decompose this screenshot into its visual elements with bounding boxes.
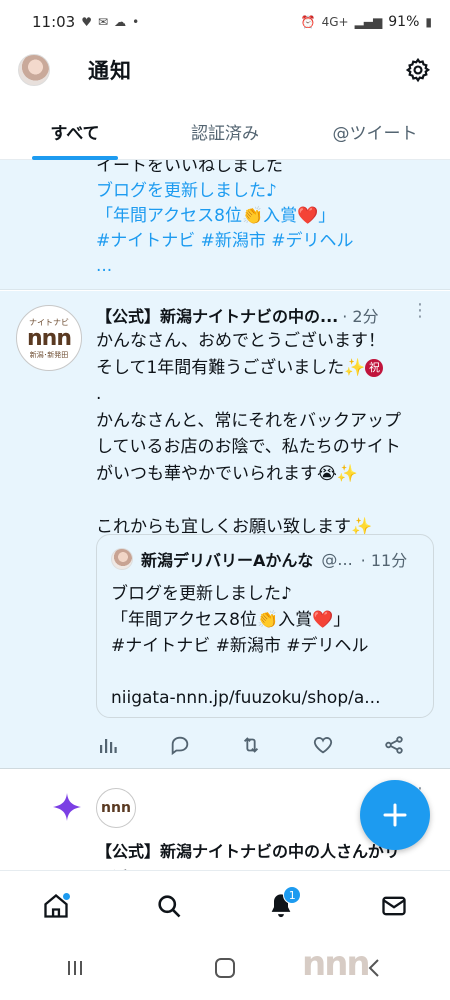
notification-text: 【公式】新潟ナイトナビの中の人さんがリ — [96, 842, 401, 861]
celebration-icon: 祝 — [365, 358, 384, 377]
watermark: nnn — [302, 944, 371, 984]
quote-header: 新潟デリバリーAかんな @... · 11分 — [111, 547, 423, 571]
recents-icon[interactable] — [63, 956, 87, 984]
tab-mentions[interactable]: @ツイート — [300, 104, 450, 159]
tweet-line-text: そして1年間有難うございました✨ — [96, 357, 366, 378]
notification-text: イートをいいねしました — [96, 160, 283, 176]
signal-icon: ▂▄▆ — [354, 15, 383, 29]
network-label: 4G+ — [321, 15, 349, 29]
reply-icon[interactable] — [168, 733, 192, 757]
avatar[interactable] — [18, 54, 50, 86]
gear-icon[interactable] — [404, 56, 432, 84]
more-icon[interactable]: ⋮ — [411, 300, 429, 321]
tweet-header: 【公式】新潟ナイトナビの中の... · 2分 — [96, 303, 426, 327]
status-left: 11:03 ♥ ✉ ☁ • — [32, 13, 139, 31]
battery-icon: ▮ — [425, 15, 432, 29]
analytics-icon[interactable] — [96, 733, 120, 757]
like-icon[interactable] — [311, 733, 335, 757]
tweet-body: かんなさん、おめでとうございます！ そして1年間有難うございました✨ 祝 . かん… — [96, 328, 436, 540]
plus-icon — [383, 803, 407, 827]
tab-all[interactable]: すべて — [0, 104, 150, 160]
search-icon[interactable] — [149, 886, 189, 926]
status-right: ⏰ 4G+ ▂▄▆ 91% ▮ — [301, 14, 432, 30]
home-indicator-dot — [62, 891, 72, 901]
home-icon[interactable] — [36, 886, 76, 926]
compose-button[interactable] — [360, 780, 430, 850]
tweet-line: かんなさんと、常にそれをバックアップ — [96, 410, 401, 431]
tweet-line — [96, 487, 436, 514]
heart-icon: ♥ — [81, 15, 92, 29]
quoted-tweet[interactable]: 新潟デリバリーAかんな @... · 11分 ブログを更新しました♪ 「年間アク… — [96, 534, 434, 718]
avatar[interactable]: ナイトナビ nnn 新潟･新発田 — [16, 305, 82, 371]
tweet-time: · 2分 — [342, 307, 379, 326]
tweet-line: そして1年間有難うございました✨ 祝 — [96, 355, 436, 382]
quote-handle: @... — [321, 549, 353, 569]
quote-line: 「年間アクセス8位👏入賞❤️」 — [111, 610, 351, 630]
retweet-icon[interactable] — [239, 733, 263, 757]
avatar — [111, 548, 133, 570]
bottom-nav: 1 — [0, 870, 450, 940]
notification-text: ブログを更新しました♪ — [96, 181, 277, 201]
battery-text: 91% — [388, 14, 420, 30]
logo-text: nnn — [27, 325, 72, 351]
tweet-actions — [96, 730, 406, 760]
notifications-icon[interactable]: 1 — [261, 885, 302, 926]
tab-verified[interactable]: 認証済み — [150, 104, 300, 159]
messages-icon[interactable] — [374, 886, 414, 926]
cloud-icon: ☁ — [114, 15, 127, 29]
tab-bar: すべて 認証済み @ツイート — [0, 104, 450, 160]
tweet-line: しているお店のお陰で、私たちのサイト — [96, 437, 401, 457]
notification-text: 「年間アクセス8位👏入賞❤️」 — [96, 206, 336, 226]
notification-text: #ナイトナビ #新潟市 #デリヘル — [96, 231, 354, 251]
status-time: 11:03 — [32, 13, 76, 31]
quote-author-name: 新潟デリバリーAかんな — [141, 551, 314, 570]
page-title: 通知 — [88, 59, 132, 83]
chat-icon: ✉ — [98, 15, 109, 29]
notification-badge: 1 — [283, 885, 302, 904]
system-nav — [0, 940, 450, 1000]
quote-line — [111, 659, 380, 685]
more-dot-icon: • — [132, 15, 140, 29]
quote-line[interactable]: niigata-nnn.jp/fuuzoku/shop/a... — [111, 685, 380, 711]
quote-line: #ナイトナビ #新潟市 #デリヘル — [111, 636, 369, 656]
tweet-author-name[interactable]: 【公式】新潟ナイトナビの中の... — [96, 303, 338, 327]
quote-body: ブログを更新しました♪ 「年間アクセス8位👏入賞❤️」 #ナイトナビ #新潟市 … — [111, 581, 380, 711]
sparkle-icon — [52, 792, 82, 826]
share-icon[interactable] — [382, 733, 406, 757]
app-header: 通知 — [0, 44, 450, 96]
quote-line: ブログを更新しました♪ — [111, 584, 292, 604]
quote-time: · 11分 — [360, 551, 408, 570]
list-item[interactable]: イートをいいねしました ブログを更新しました♪ 「年間アクセス8位👏入賞❤️」 … — [0, 160, 450, 290]
alarm-icon: ⏰ — [300, 15, 316, 29]
notification-text: ... — [96, 256, 113, 276]
home-button-icon[interactable] — [212, 955, 238, 985]
avatar[interactable]: nnn — [96, 788, 136, 828]
status-bar: 11:03 ♥ ✉ ☁ • ⏰ 4G+ ▂▄▆ 91% ▮ — [0, 0, 450, 44]
tweet-line: かんなさん、おめでとうございます！ — [96, 331, 385, 351]
tweet-line: がいつも華やかでいられます😭✨ — [96, 463, 359, 484]
logo-sub: 新潟･新発田 — [29, 350, 69, 359]
tweet-line: . — [96, 384, 102, 404]
